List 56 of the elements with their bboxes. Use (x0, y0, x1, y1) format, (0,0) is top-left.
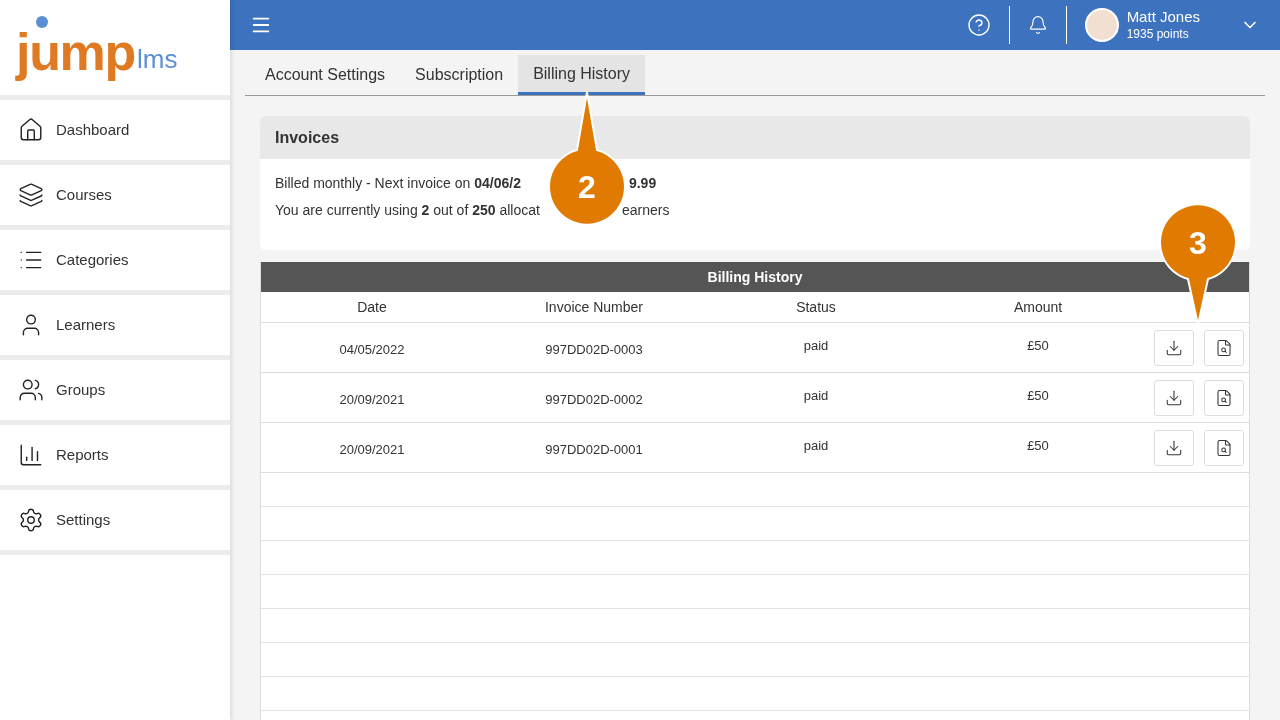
table-cell-text: 20/09/2021 (338, 390, 406, 409)
tab[interactable]: Subscription (400, 55, 519, 95)
avatar[interactable] (1084, 8, 1119, 42)
table-cell-text: paid (802, 386, 830, 405)
table-title: Billing History (707, 267, 803, 287)
card-title: Invoices (275, 127, 340, 148)
info-text: Billed monthly - Next invoice on 04/06/2 (275, 174, 521, 193)
user-points: 1935 points (1126, 26, 1190, 42)
info-text: earners (621, 201, 670, 220)
help-icon[interactable] (966, 13, 991, 37)
document-search-icon (1215, 338, 1233, 357)
people-icon (18, 377, 44, 403)
sidebar-item[interactable]: Learners (0, 295, 230, 355)
download-button[interactable] (1154, 379, 1194, 416)
download-icon (1165, 338, 1183, 357)
view-invoice-button[interactable] (1204, 329, 1244, 366)
sidebar-item[interactable]: Settings (0, 490, 230, 550)
column-header: Date (356, 297, 388, 317)
sidebar-item[interactable]: Categories (0, 230, 230, 290)
table-cell-text: 997DD02D-0001 (544, 440, 644, 459)
document-search-icon (1215, 388, 1233, 407)
table-cell-text: paid (802, 436, 830, 455)
sidebar-item[interactable]: Reports (0, 425, 230, 485)
callout-number: 3 (1188, 227, 1208, 259)
info-text: You are currently using 2 out of 250 allocat (275, 201, 540, 220)
table-cell-text: 04/05/2022 (338, 340, 406, 359)
table-cell-text: £50 (1026, 386, 1050, 405)
table-cell-text: paid (802, 336, 830, 355)
layers-icon (18, 182, 44, 208)
callout-number: 2 (577, 171, 597, 203)
download-button[interactable] (1154, 429, 1194, 466)
column-header: Invoice Number (543, 297, 644, 317)
table-cell-text: £50 (1026, 436, 1050, 455)
table-cell-text: 20/09/2021 (338, 440, 406, 459)
view-invoice-button[interactable] (1204, 379, 1244, 416)
document-search-icon (1215, 438, 1233, 457)
column-header: Amount (1012, 297, 1064, 317)
info-text: 9.99 (628, 174, 657, 193)
download-icon (1165, 438, 1183, 457)
view-invoice-button[interactable] (1204, 429, 1244, 466)
tab[interactable]: Billing History (518, 55, 646, 95)
download-icon (1165, 388, 1183, 407)
tab[interactable]: Account Settings (250, 55, 401, 95)
user-name: Matt Jones (1126, 8, 1200, 27)
table-cell-text: £50 (1026, 336, 1050, 355)
sidebar-item[interactable]: Dashboard (0, 100, 230, 160)
gear-icon (18, 507, 44, 533)
table-cell-text: 997DD02D-0003 (544, 340, 644, 359)
sidebar-item[interactable]: Groups (0, 360, 230, 420)
bar-chart-icon (18, 442, 44, 468)
download-button[interactable] (1154, 329, 1194, 366)
home-icon (18, 117, 44, 143)
sidebar-item[interactable]: Courses (0, 165, 230, 225)
bell-icon[interactable] (1027, 15, 1048, 35)
column-header: Status (795, 297, 837, 317)
table-cell-text: 997DD02D-0002 (544, 390, 644, 409)
